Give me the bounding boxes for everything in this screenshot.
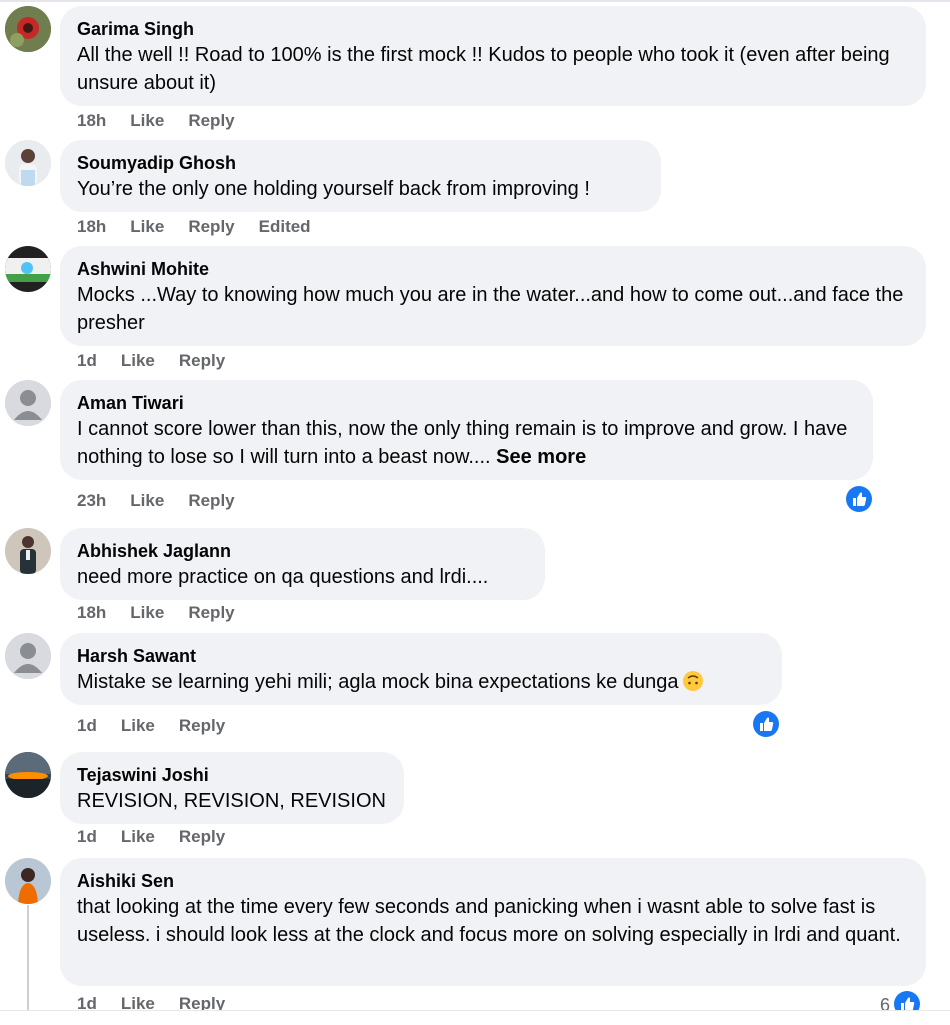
avatar[interactable]: [5, 140, 51, 186]
edited-label: Edited: [258, 217, 311, 236]
reply-button[interactable]: Reply: [188, 217, 234, 237]
comment-time[interactable]: 23h: [77, 491, 106, 511]
comment-time[interactable]: 1d: [77, 351, 97, 371]
comment-text-body: I cannot score lower than this, now the …: [77, 418, 848, 468]
comment-actions: 1d Like Reply: [77, 827, 249, 847]
comment-actions: 23h Like Reply: [77, 491, 259, 511]
thumbs-up-icon[interactable]: [753, 711, 779, 737]
comment-author[interactable]: Abhishek Jaglann: [77, 539, 529, 563]
thumbs-up-icon[interactable]: [846, 486, 872, 512]
comment-author[interactable]: Garima Singh: [77, 17, 910, 41]
comment-actions: 18h Like Reply Edited: [77, 217, 335, 237]
bottom-edge: [0, 1010, 950, 1025]
comment-bubble: Aman Tiwari I cannot score lower than th…: [60, 380, 873, 480]
comment-actions: 18h Like Reply: [77, 603, 259, 623]
like-button[interactable]: Like: [121, 827, 155, 847]
avatar[interactable]: [5, 752, 51, 798]
comment-text: REVISION, REVISION, REVISION: [77, 790, 386, 812]
reply-button[interactable]: Reply: [188, 603, 234, 623]
avatar[interactable]: [5, 528, 51, 574]
comment-time[interactable]: 18h: [77, 217, 106, 237]
reply-button[interactable]: Reply: [188, 111, 234, 131]
comment-actions: 18h Like Reply: [77, 111, 259, 131]
like-button[interactable]: Like: [121, 351, 155, 371]
like-button[interactable]: Like: [121, 716, 155, 736]
reply-button[interactable]: Reply: [179, 827, 225, 847]
comment-text: that looking at the time every few secon…: [77, 896, 901, 946]
comment-text: need more practice on qa questions and l…: [77, 566, 489, 588]
comment-time[interactable]: 18h: [77, 111, 106, 131]
comment-author[interactable]: Aishiki Sen: [77, 869, 910, 893]
comment-author[interactable]: Tejaswini Joshi: [77, 763, 388, 787]
comment-time[interactable]: 18h: [77, 603, 106, 623]
comment-bubble: Ashwini Mohite Mocks ...Way to knowing h…: [60, 246, 926, 346]
comment-text: You’re the only one holding yourself bac…: [77, 178, 590, 200]
comment-actions: 1d Like Reply: [77, 351, 249, 371]
comment-bubble: Harsh Sawant Mistake se learning yehi mi…: [60, 633, 782, 705]
comment-author[interactable]: Ashwini Mohite: [77, 257, 910, 281]
like-button[interactable]: Like: [130, 491, 164, 511]
reply-button[interactable]: Reply: [179, 351, 225, 371]
reply-button[interactable]: Reply: [188, 491, 234, 511]
comment-text: Mocks ...Way to knowing how much you are…: [77, 284, 904, 334]
comment-author[interactable]: Soumyadip Ghosh: [77, 151, 645, 175]
comment-bubble: Abhishek Jaglann need more practice on q…: [60, 528, 545, 600]
reply-thread-line: [27, 905, 29, 1010]
like-button[interactable]: Like: [130, 603, 164, 623]
comment-time[interactable]: 1d: [77, 716, 97, 736]
comment-bubble: Soumyadip Ghosh You’re the only one hold…: [60, 140, 661, 212]
like-button[interactable]: Like: [130, 217, 164, 237]
avatar[interactable]: [5, 246, 51, 292]
comment-text: Mistake se learning yehi mili; agla mock…: [77, 668, 766, 696]
comment-author[interactable]: Harsh Sawant: [77, 644, 766, 668]
comment-text: I cannot score lower than this, now the …: [77, 415, 857, 471]
comment-text-body: Mistake se learning yehi mili; agla mock…: [77, 671, 679, 693]
comment-bubble: Garima Singh All the well !! Road to 100…: [60, 6, 926, 106]
comment-actions: 1d Like Reply: [77, 716, 249, 736]
see-more-link[interactable]: See more: [496, 446, 586, 468]
comment-bubble: Aishiki Sen that looking at the time eve…: [60, 858, 926, 986]
avatar[interactable]: [5, 858, 51, 904]
comment-text: All the well !! Road to 100% is the firs…: [77, 44, 890, 94]
comment-bubble: Tejaswini Joshi REVISION, REVISION, REVI…: [60, 752, 404, 824]
comment-time[interactable]: 1d: [77, 827, 97, 847]
like-button[interactable]: Like: [130, 111, 164, 131]
comment-author[interactable]: Aman Tiwari: [77, 391, 857, 415]
upside-down-face-icon: [683, 671, 704, 691]
reply-button[interactable]: Reply: [179, 716, 225, 736]
top-divider: [0, 0, 950, 2]
default-avatar-icon[interactable]: [5, 633, 51, 679]
avatar[interactable]: [5, 6, 51, 52]
default-avatar-icon[interactable]: [5, 380, 51, 426]
